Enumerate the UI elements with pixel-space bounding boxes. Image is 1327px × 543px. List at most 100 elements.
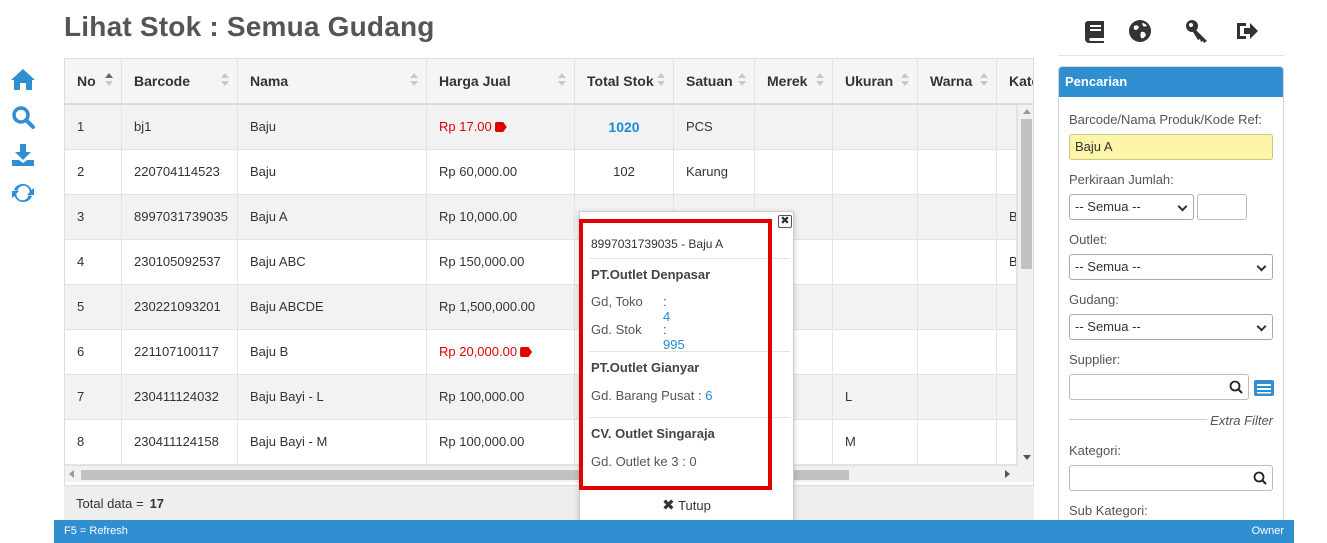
- vertical-scrollbar[interactable]: [1017, 105, 1033, 465]
- column-header-warna[interactable]: Warna: [918, 59, 997, 103]
- search-panel-title: Pencarian: [1059, 67, 1283, 97]
- cell-ukuran: M: [833, 420, 918, 464]
- table-row[interactable]: 2 220704114523 Baju Rp 60,000.00 102 Karung: [65, 150, 1017, 195]
- table-row[interactable]: 6 221107100117 Baju B Rp 20,000.00: [65, 330, 1017, 375]
- scroll-up-arrow[interactable]: [1023, 109, 1031, 114]
- search-icon[interactable]: [1229, 380, 1243, 394]
- cell-harga: Rp 17.00: [427, 105, 575, 149]
- scroll-left-arrow[interactable]: [69, 470, 74, 478]
- table-row[interactable]: 4230105092537Baju ABCRp 150,000.00 Ba: [65, 240, 1017, 285]
- cell-nama: Baju Bayi - L: [238, 375, 427, 419]
- gudang-label: Gudang:: [1069, 292, 1119, 307]
- column-header-no[interactable]: No: [65, 59, 122, 103]
- outlet-select[interactable]: -- Semua --: [1069, 254, 1273, 280]
- cell-stok[interactable]: 1020: [575, 105, 674, 149]
- globe-icon[interactable]: [1127, 18, 1157, 48]
- status-user: Owner: [1251, 525, 1284, 537]
- cell-nama: Baju ABCDE: [238, 285, 427, 329]
- home-icon[interactable]: [10, 66, 38, 92]
- cell-no: 6: [65, 330, 122, 374]
- cell-ukuran: [833, 150, 918, 194]
- column-header-total-stok[interactable]: Total Stok: [575, 59, 674, 103]
- cell-kategori: Ba: [997, 240, 1017, 284]
- sub-kategori-label: Sub Kategori:: [1069, 503, 1148, 518]
- close-button[interactable]: ✖ Tutup: [580, 492, 793, 520]
- barcode-label: Barcode/Nama Produk/Kode Ref:: [1069, 112, 1262, 127]
- cell-harga: Rp 100,000.00: [427, 375, 575, 419]
- column-header-merek[interactable]: Merek: [755, 59, 833, 103]
- close-icon[interactable]: ✖: [778, 215, 792, 228]
- tag-icon: [494, 122, 507, 132]
- cell-no: 1: [65, 105, 122, 149]
- sort-icon: [816, 73, 824, 89]
- table-row[interactable]: 8 230411124158 Baju Bayi - M Rp 100,000.00 M: [65, 420, 1017, 465]
- search-icon[interactable]: [1253, 471, 1267, 485]
- cell-ukuran: [833, 240, 918, 284]
- cell-harga: Rp 100,000.00: [427, 420, 575, 464]
- table-header: No Barcode Nama Harga Jual Total Stok Sa…: [65, 59, 1033, 105]
- sign-out-icon[interactable]: [1234, 18, 1264, 48]
- barcode-input[interactable]: Baju A: [1069, 134, 1273, 160]
- cell-stok: 102: [575, 150, 674, 194]
- sort-icon: [558, 73, 566, 89]
- column-header-satuan[interactable]: Satuan: [674, 59, 755, 103]
- cell-merek: [755, 150, 833, 194]
- cell-harga: Rp 10,000.00: [427, 195, 575, 239]
- table-row[interactable]: 38997031739035Baju ARp 10,000.001005PCSB…: [65, 195, 1017, 240]
- cell-ukuran: [833, 330, 918, 374]
- list-icon[interactable]: [1254, 380, 1274, 396]
- perkiraan-jumlah-input[interactable]: [1197, 194, 1247, 220]
- download-icon[interactable]: [10, 142, 38, 168]
- scroll-down-arrow[interactable]: [1023, 455, 1031, 460]
- table-row[interactable]: 1 bj1 Baju Rp 17.00 1020 PCS: [65, 105, 1017, 150]
- cell-barcode: 230411124032: [122, 375, 238, 419]
- horizontal-scrollbar[interactable]: [65, 465, 1017, 482]
- table-body: 1 bj1 Baju Rp 17.00 1020 PCS 2 220704114523 Baju…: [65, 105, 1017, 465]
- scrollbar-corner: [1017, 465, 1033, 482]
- refresh-icon[interactable]: [10, 180, 38, 206]
- cell-merek: [755, 105, 833, 149]
- search-panel: Pencarian Barcode/Nama Produk/Kode Ref: …: [1058, 66, 1284, 526]
- sort-icon: [410, 73, 418, 89]
- column-header-harga-jual[interactable]: Harga Jual: [427, 59, 575, 103]
- supplier-label: Supplier:: [1069, 352, 1121, 367]
- warehouse-row: Gd. Outlet ke 3 : 0: [591, 454, 697, 469]
- vertical-scroll-thumb[interactable]: [1021, 119, 1032, 269]
- perkiraan-jumlah-select[interactable]: -- Semua --: [1069, 194, 1194, 220]
- cell-barcode: 221107100117: [122, 330, 238, 374]
- column-header-kategori[interactable]: Kate: [997, 59, 1033, 103]
- stock-detail-popover: ✖ 8997031739035 - Baju A PT.Outlet Denpa…: [579, 211, 794, 521]
- cell-barcode: 220704114523: [122, 150, 238, 194]
- cell-harga: Rp 1,500,000.00: [427, 285, 575, 329]
- sort-icon: [221, 73, 229, 89]
- cell-barcode: 230411124158: [122, 420, 238, 464]
- cell-warna: [918, 195, 997, 239]
- search-icon[interactable]: [10, 104, 38, 130]
- column-header-ukuran[interactable]: Ukuran: [833, 59, 918, 103]
- cell-warna: [918, 330, 997, 374]
- cell-nama: Baju Bayi - M: [238, 420, 427, 464]
- column-header-nama[interactable]: Nama: [238, 59, 427, 103]
- book-icon[interactable]: [1082, 18, 1112, 48]
- cell-warna: [918, 150, 997, 194]
- table-row[interactable]: 5 230221093201 Baju ABCDE Rp 1,500,000.00: [65, 285, 1017, 330]
- cell-warna: [918, 240, 997, 284]
- table-row[interactable]: 7 230411124032 Baju Bayi - L Rp 100,000.00 L: [65, 375, 1017, 420]
- supplier-input[interactable]: [1069, 374, 1249, 400]
- scroll-right-arrow[interactable]: [1005, 470, 1010, 478]
- cell-ukuran: [833, 285, 918, 329]
- kategori-input[interactable]: [1069, 465, 1273, 491]
- total-label: Total data =: [76, 496, 144, 511]
- key-icon[interactable]: [1184, 18, 1214, 48]
- cell-satuan: PCS: [674, 105, 755, 149]
- column-header-barcode[interactable]: Barcode: [122, 59, 238, 103]
- cell-ukuran: [833, 105, 918, 149]
- gudang-select[interactable]: -- Semua --: [1069, 314, 1273, 340]
- total-data: Total data = 17: [64, 486, 1034, 522]
- kategori-label: Kategori:: [1069, 443, 1122, 458]
- chevron-down-icon: [1177, 201, 1188, 212]
- outlet-name: PT.Outlet Denpasar: [591, 267, 711, 282]
- cell-kategori: [997, 375, 1017, 419]
- cell-ukuran: [833, 195, 918, 239]
- sort-icon: [980, 73, 988, 89]
